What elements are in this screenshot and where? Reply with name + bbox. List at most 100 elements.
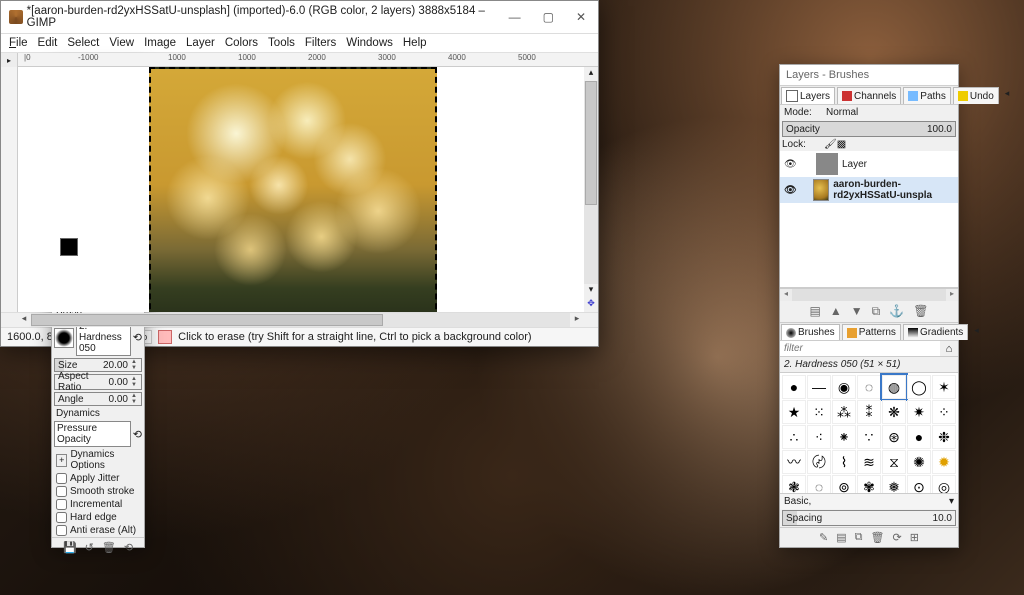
brush-item[interactable]: ❃ (782, 475, 806, 493)
brush-item[interactable]: ⊛ (882, 425, 906, 449)
brush-item[interactable]: ⧖ (882, 450, 906, 474)
canvas[interactable]: ▴▾ ✥ (18, 67, 598, 312)
nav-preview-icon[interactable]: ✥ (584, 298, 598, 312)
horizontal-scrollbar[interactable]: ◂▸ (1, 312, 598, 327)
brush-item[interactable]: ⊚ (832, 475, 856, 493)
layer-opacity-slider[interactable]: Opacity 100.0 (782, 121, 956, 137)
duplicate-brush-icon[interactable]: ⧉ (855, 531, 863, 544)
brush-item[interactable]: ❋ (882, 400, 906, 424)
dock-menu-icon[interactable]: ◂ (969, 323, 984, 340)
layer-mode-select[interactable]: Normal (826, 107, 954, 118)
spacing-slider[interactable]: Spacing 10.0 (782, 510, 956, 526)
apply-jitter-check[interactable]: Apply Jitter (56, 473, 140, 484)
dock-menu-icon[interactable]: ◂ (1000, 86, 1015, 104)
tab-brushes[interactable]: Brushes (781, 324, 840, 340)
edit-brush-icon[interactable]: ✎ (819, 531, 828, 544)
brush-item[interactable]: ⌇ (832, 450, 856, 474)
vertical-scrollbar[interactable]: ▴▾ ✥ (584, 67, 598, 312)
brush-item[interactable]: ◯ (907, 375, 931, 399)
ruler-origin-button[interactable]: ▸ (1, 53, 18, 68)
restore-options-icon[interactable]: ↺ (85, 541, 94, 554)
brush-item[interactable]: 〰 (782, 450, 806, 474)
brush-item[interactable]: ✾ (857, 475, 881, 493)
smooth-stroke-check[interactable]: Smooth stroke (56, 486, 140, 497)
layer-name[interactable]: Layer (842, 159, 867, 170)
brush-item[interactable]: ● (907, 425, 931, 449)
brush-item[interactable]: ✹ (932, 450, 956, 474)
save-options-icon[interactable]: 💾 (63, 541, 77, 554)
brush-item[interactable]: ● (782, 375, 806, 399)
layer-row[interactable]: 👁 aaron-burden-rd2yxHSSatU-unspla (780, 177, 958, 203)
dynamics-options[interactable]: +Dynamics Options (56, 449, 140, 471)
brush-set-row[interactable]: Basic,▾ (780, 493, 958, 509)
visibility-toggle[interactable]: 👁 (784, 159, 796, 170)
brush-item[interactable]: ✷ (907, 400, 931, 424)
delete-layer-icon[interactable]: 🗑 (913, 304, 928, 319)
angle-slider[interactable]: Angle 0.00 ▲▼ (54, 392, 142, 406)
new-brush-icon[interactable]: ▤ (836, 531, 846, 544)
cancel-icon[interactable] (158, 330, 172, 344)
brush-item[interactable]: ≋ (857, 450, 881, 474)
refresh-brush-icon[interactable]: ⟳ (893, 531, 902, 544)
brush-item[interactable]: ∴ (782, 425, 806, 449)
brush-item[interactable]: ◌ (807, 475, 831, 493)
brush-swap-icon[interactable]: ⟲ (133, 331, 142, 344)
layer-row[interactable]: 👁 Layer (780, 151, 958, 177)
anchor-layer-icon[interactable]: ⚓ (889, 304, 904, 319)
dynamics-picker[interactable]: Pressure Opacity ⟲ (54, 421, 142, 447)
layer-name[interactable]: aaron-burden-rd2yxHSSatU-unspla (833, 179, 954, 201)
maximize-button[interactable]: ▢ (539, 10, 558, 24)
menu-edit[interactable]: Edit (38, 37, 58, 49)
menu-layer[interactable]: Layer (186, 37, 215, 49)
tab-patterns[interactable]: Patterns (842, 324, 901, 340)
aspect-slider[interactable]: Aspect Ratio 0.00 ▲▼ (54, 374, 142, 390)
brush-item[interactable]: ◎ (932, 475, 956, 493)
menu-view[interactable]: View (109, 37, 134, 49)
brush-item[interactable]: ⊙ (907, 475, 931, 493)
new-layer-icon[interactable]: ▤ (810, 304, 821, 319)
lock-alpha-icon[interactable]: ▩ (837, 139, 846, 150)
brush-item[interactable]: ★ (782, 400, 806, 424)
filter-input[interactable] (780, 341, 940, 356)
menu-file[interactable]: File (9, 37, 28, 49)
menu-filters[interactable]: Filters (305, 37, 336, 49)
window-titlebar[interactable]: *[aaron-burden-rd2yxHSSatU-unsplash] (im… (1, 1, 598, 34)
brush-item[interactable]: ◌ (857, 375, 881, 399)
open-as-image-icon[interactable]: ⊞ (910, 531, 919, 544)
brush-item[interactable]: ⁕ (832, 425, 856, 449)
brush-item[interactable]: ⁘ (932, 400, 956, 424)
vertical-ruler[interactable] (1, 67, 18, 312)
delete-brush-icon[interactable]: 🗑 (871, 531, 885, 544)
menu-colors[interactable]: Colors (225, 37, 258, 49)
lock-pixels-icon[interactable]: 🖌 (824, 139, 837, 150)
size-slider[interactable]: Size 20.00 ▲▼ (54, 358, 142, 372)
delete-options-icon[interactable]: 🗑 (102, 541, 116, 554)
menu-image[interactable]: Image (144, 37, 176, 49)
menu-tools[interactable]: Tools (268, 37, 295, 49)
menu-select[interactable]: Select (67, 37, 99, 49)
brush-item[interactable]: ◍ (882, 375, 906, 399)
tab-undo[interactable]: Undo (953, 87, 999, 104)
visibility-toggle[interactable]: 👁 (784, 185, 796, 196)
incremental-check[interactable]: Incremental (56, 499, 140, 510)
minimize-button[interactable]: — (505, 10, 525, 24)
brush-item[interactable]: 〄 (807, 450, 831, 474)
brush-item[interactable]: ∵ (857, 425, 881, 449)
reset-options-icon[interactable]: ⟲ (124, 541, 133, 554)
filter-tag-icon[interactable]: ⌂ (940, 343, 958, 355)
raise-layer-icon[interactable]: ▲ (830, 304, 842, 319)
tab-layers[interactable]: Layers (781, 87, 835, 104)
lower-layer-icon[interactable]: ▼ (851, 304, 863, 319)
brush-item[interactable]: ⁖ (807, 425, 831, 449)
anti-erase-check[interactable]: Anti erase (Alt) (56, 525, 140, 536)
tab-gradients[interactable]: Gradients (903, 324, 968, 340)
brush-item[interactable]: ✶ (932, 375, 956, 399)
right-panel-title[interactable]: Layers - Brushes (780, 65, 958, 86)
tab-channels[interactable]: Channels (837, 87, 901, 104)
horizontal-ruler[interactable]: |0 -1000 1000 1000 2000 3000 4000 5000 (18, 53, 598, 67)
menu-help[interactable]: Help (403, 37, 427, 49)
hard-edge-check[interactable]: Hard edge (56, 512, 140, 523)
brush-item[interactable]: ⁙ (807, 400, 831, 424)
brush-item[interactable]: ✺ (907, 450, 931, 474)
brush-item[interactable]: ◉ (832, 375, 856, 399)
